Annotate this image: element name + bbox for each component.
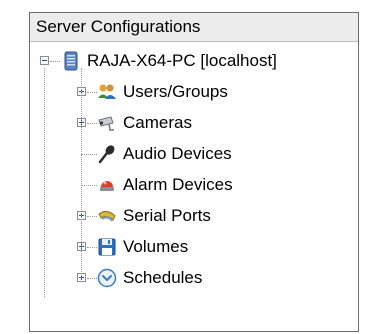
schedule-icon xyxy=(97,268,117,288)
tree-line xyxy=(87,92,97,93)
alarm-icon xyxy=(97,175,117,195)
tree-node-volumes[interactable]: Volumes xyxy=(30,232,360,262)
tree-node-schedules[interactable]: Schedules xyxy=(30,263,360,293)
tree-line xyxy=(50,61,60,62)
serial-port-icon xyxy=(97,206,117,226)
tree-line xyxy=(87,123,97,124)
tree-line xyxy=(87,216,97,217)
tree-node-serial-ports[interactable]: Serial Ports xyxy=(30,201,360,231)
tree-node-label: Serial Ports xyxy=(123,206,211,225)
server-configurations-panel: Server Configurations RAJA-X64-PC [local… xyxy=(29,12,359,332)
tree-node-users-groups[interactable]: Users/Groups xyxy=(30,77,360,107)
tree-node-label: RAJA-X64-PC [localhost] xyxy=(87,51,277,70)
floppy-disk-icon xyxy=(97,237,117,257)
tree-node-label: Audio Devices xyxy=(123,144,232,163)
panel-header: Server Configurations xyxy=(30,13,358,42)
tree-node-label: Alarm Devices xyxy=(123,175,233,194)
server-tree: RAJA-X64-PC [localhost] Users/Groups Cam… xyxy=(30,42,358,331)
tree-line xyxy=(87,278,97,279)
tree-node-label: Users/Groups xyxy=(123,82,228,101)
tree-line xyxy=(81,185,97,186)
microphone-icon xyxy=(97,144,117,164)
tree-node-cameras[interactable]: Cameras xyxy=(30,108,360,138)
tree-node-alarm-devices[interactable]: Alarm Devices xyxy=(30,170,360,200)
tree-node-label: Cameras xyxy=(123,113,192,132)
tree-node-root[interactable]: RAJA-X64-PC [localhost] xyxy=(30,46,360,76)
tree-node-label: Volumes xyxy=(123,237,189,256)
tree-line xyxy=(87,247,97,248)
tree-node-label: Schedules xyxy=(123,268,203,287)
server-icon xyxy=(61,51,81,71)
tree-line xyxy=(81,154,97,155)
camera-icon xyxy=(97,113,117,133)
collapse-toggle-root[interactable] xyxy=(40,56,49,65)
users-icon xyxy=(97,82,117,102)
tree-node-audio-devices[interactable]: Audio Devices xyxy=(30,139,360,169)
tree-line-child-spine xyxy=(81,68,82,278)
